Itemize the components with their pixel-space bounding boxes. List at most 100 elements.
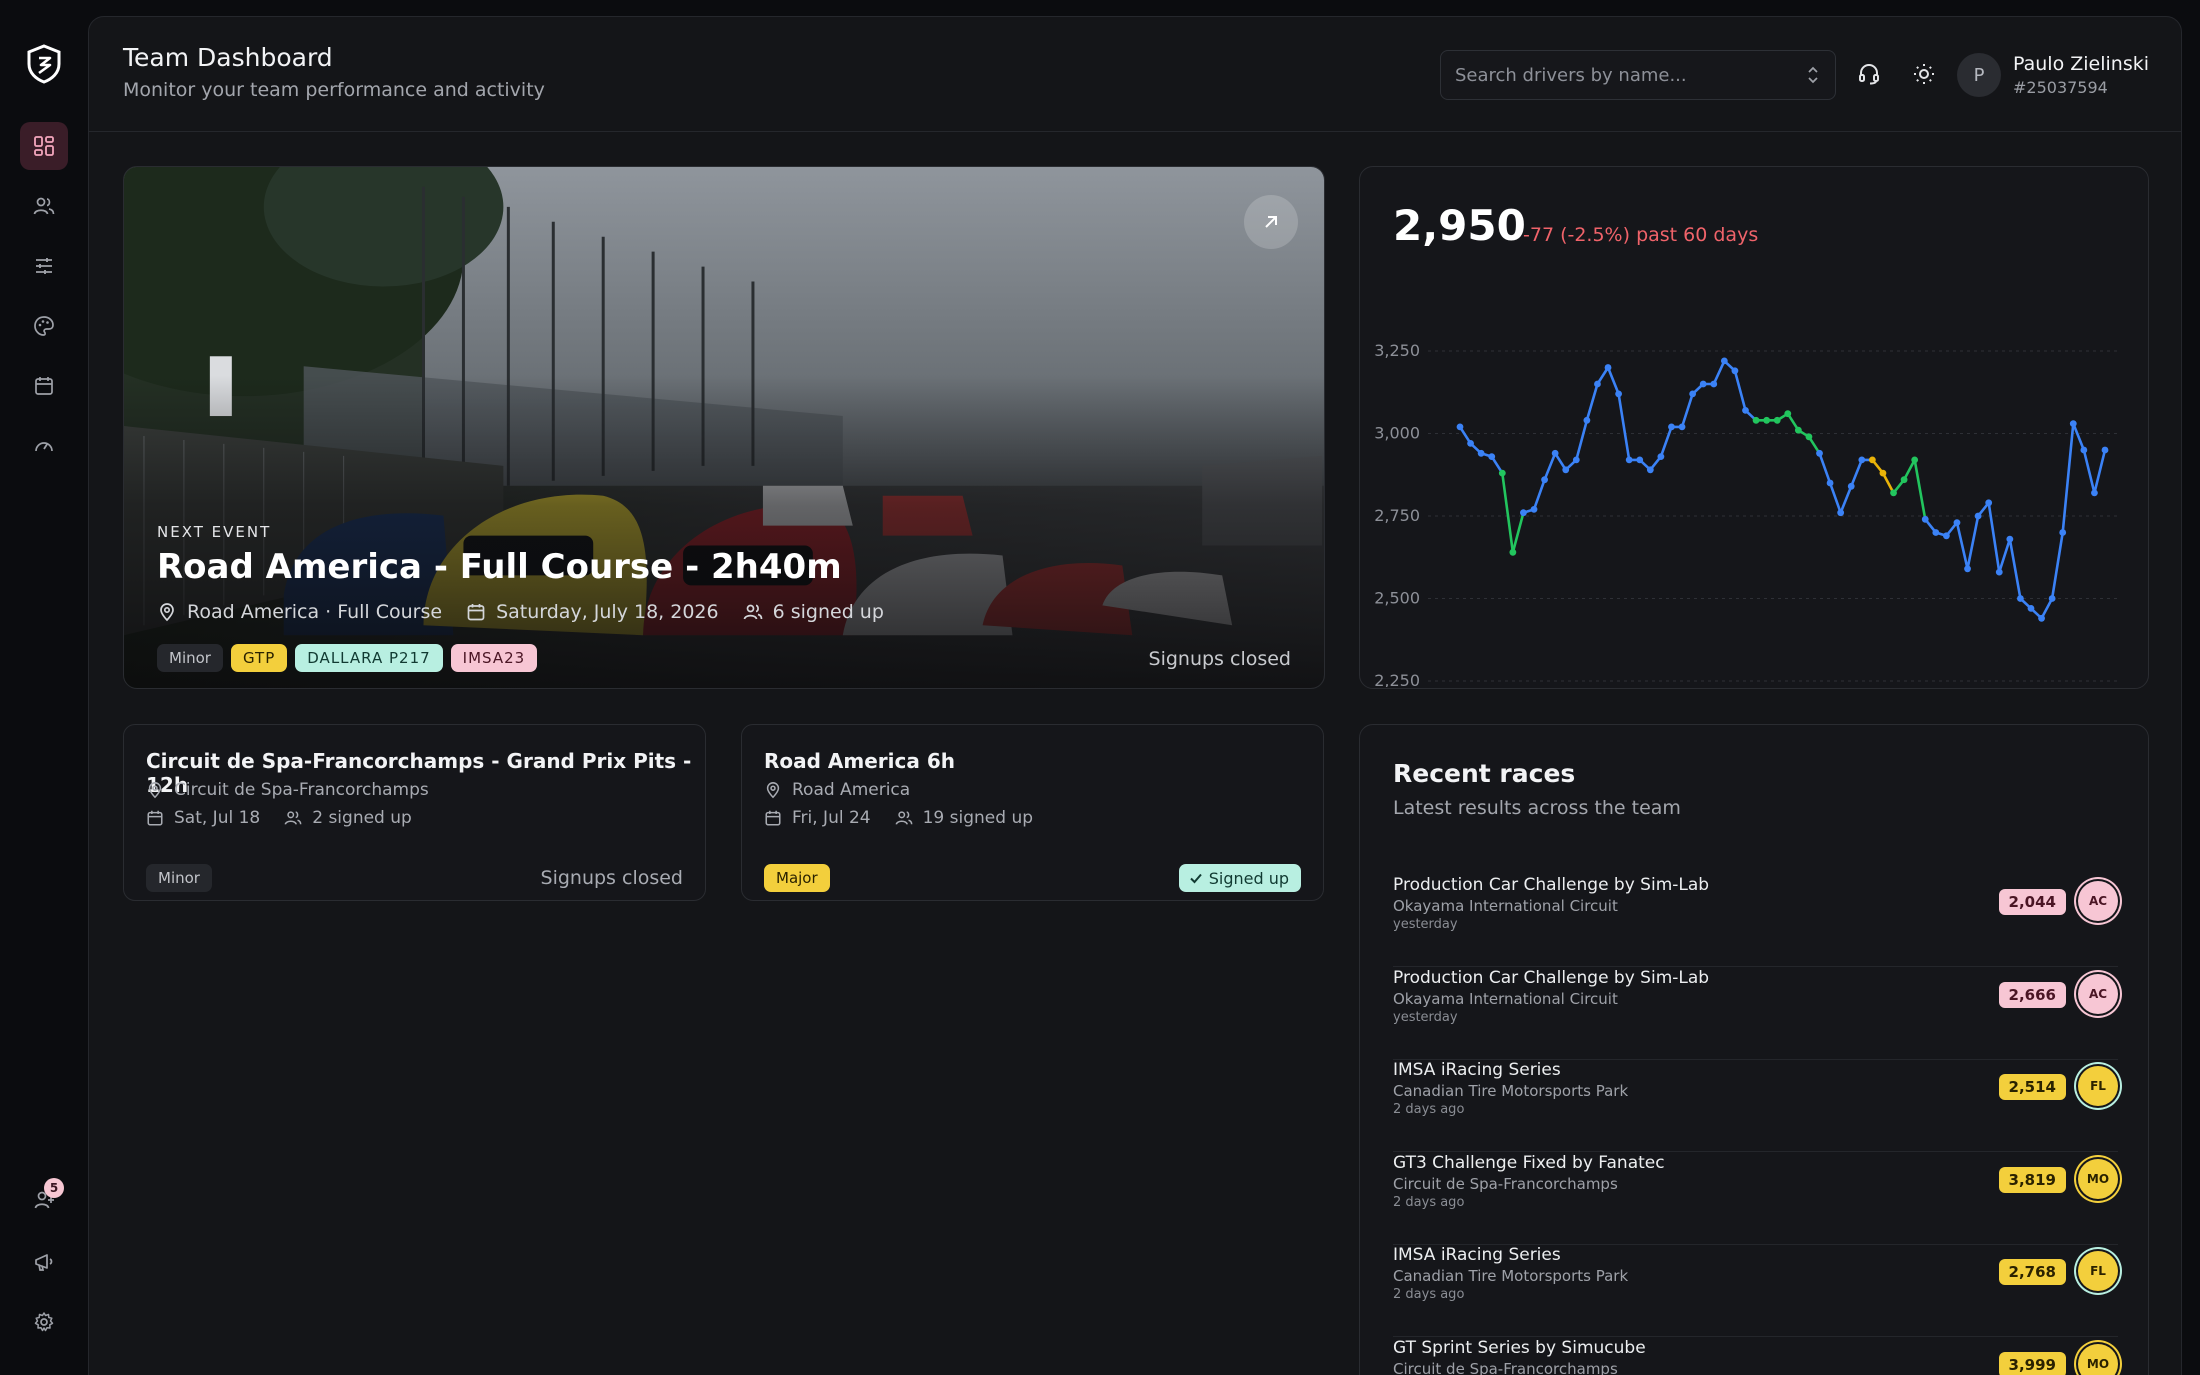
data-point[interactable] (1858, 456, 1866, 464)
data-point[interactable] (2017, 595, 2024, 602)
x-tick-label: Jul 26 (2059, 684, 2105, 687)
nav-team[interactable] (20, 182, 68, 230)
race-row[interactable]: IMSA iRacing Series Canadian Tire Motorsp… (1393, 1245, 2118, 1337)
data-point[interactable] (1911, 456, 1919, 464)
search-input[interactable] (1455, 51, 1795, 99)
data-point[interactable] (1583, 416, 1591, 424)
data-point[interactable] (2059, 529, 2067, 536)
data-point[interactable] (1921, 515, 1929, 523)
data-point[interactable] (2048, 595, 2056, 602)
nav-settings[interactable] (20, 1298, 68, 1346)
event-title[interactable]: Road America 6h (764, 749, 955, 773)
data-point[interactable] (1879, 469, 1887, 477)
driver-avatar[interactable]: FL (2078, 1066, 2118, 1106)
data-point[interactable] (1668, 423, 1675, 431)
data-point[interactable] (1699, 380, 1707, 388)
data-point[interactable] (1604, 364, 1612, 371)
nav-calendar[interactable] (20, 362, 68, 410)
data-point[interactable] (1826, 479, 1834, 487)
event-card-1[interactable]: Circuit de Spa-Francorchamps - Grand Pri… (123, 724, 706, 901)
data-point[interactable] (1541, 476, 1548, 484)
data-point[interactable] (1985, 499, 1993, 507)
event-card-2[interactable]: Road America 6h Road America Fri, Jul 24… (741, 724, 1324, 901)
driver-avatar[interactable]: FL (2078, 1251, 2118, 1291)
open-event-button[interactable] (1244, 195, 1298, 249)
driver-avatar[interactable]: AC (2078, 973, 2118, 1014)
data-point[interactable] (1974, 512, 1982, 520)
data-point[interactable] (2080, 446, 2088, 454)
data-point[interactable] (1731, 367, 1739, 375)
data-point[interactable] (1477, 449, 1485, 457)
data-point[interactable] (1816, 449, 1823, 457)
data-point[interactable] (2091, 489, 2098, 497)
data-point[interactable] (1456, 423, 1464, 431)
shield-logo-icon[interactable] (26, 44, 62, 84)
data-point[interactable] (1773, 416, 1781, 424)
data-point[interactable] (1868, 456, 1876, 464)
data-point[interactable] (1752, 416, 1760, 424)
tag-gtp: GTP (230, 644, 288, 672)
race-row[interactable]: GT Sprint Series by Simucube Circuit de S… (1393, 1338, 2118, 1375)
race-row[interactable]: GT3 Challenge Fixed by Fanatec Circuit de… (1393, 1153, 2118, 1245)
data-point[interactable] (1625, 456, 1633, 464)
data-point[interactable] (1964, 565, 1971, 573)
signed-up-badge[interactable]: Signed up (1178, 864, 1301, 892)
data-point[interactable] (1572, 456, 1580, 464)
data-point[interactable] (1615, 390, 1623, 398)
race-row[interactable]: IMSA iRacing Series Canadian Tire Motorsp… (1393, 1060, 2118, 1152)
race-row[interactable]: Production Car Challenge by Sim-Lab Okaya… (1393, 875, 2118, 967)
data-point[interactable] (2038, 614, 2045, 622)
driver-avatar[interactable]: AC (2078, 881, 2118, 921)
data-point[interactable] (1720, 357, 1728, 365)
data-point[interactable] (2006, 535, 2014, 543)
data-point[interactable] (1805, 433, 1813, 441)
data-point[interactable] (1657, 453, 1665, 460)
data-point[interactable] (2101, 446, 2109, 454)
data-point[interactable] (1932, 529, 1940, 536)
data-point[interactable] (1530, 506, 1538, 513)
data-point[interactable] (1763, 416, 1771, 424)
data-point[interactable] (1498, 469, 1506, 477)
user-avatar[interactable]: P (1957, 53, 2001, 97)
nav-invite[interactable]: 5 (20, 1176, 68, 1224)
data-point[interactable] (2027, 605, 2035, 612)
nav-announcements[interactable] (20, 1238, 68, 1286)
theme-toggle[interactable] (1909, 59, 1939, 89)
data-point[interactable] (1520, 509, 1527, 517)
hero-event-title[interactable]: Road America - Full Course - 2h40m (157, 547, 842, 587)
data-point[interactable] (1890, 489, 1897, 497)
data-point[interactable] (1551, 449, 1559, 457)
data-point[interactable] (1900, 476, 1908, 484)
data-point[interactable] (2069, 420, 2077, 427)
data-point[interactable] (1636, 456, 1644, 464)
support-button[interactable] (1854, 59, 1884, 89)
nav-settings-sliders[interactable] (20, 242, 68, 290)
data-point[interactable] (1794, 426, 1802, 434)
data-point[interactable] (1689, 390, 1697, 398)
data-point[interactable] (1784, 410, 1792, 418)
data-point[interactable] (1678, 423, 1686, 431)
data-point[interactable] (1837, 509, 1845, 517)
series-segment (1680, 392, 1694, 429)
race-row[interactable]: Production Car Challenge by Sim-Lab Okaya… (1393, 968, 2118, 1060)
rating-line-chart[interactable]: 3,2503,0002,7502,5002,250 Mar 24Apr 24Au… (1360, 267, 2150, 687)
nav-performance[interactable] (20, 422, 68, 470)
data-point[interactable] (1646, 466, 1654, 474)
data-point[interactable] (1467, 440, 1474, 447)
next-event-card[interactable]: NEXT EVENT Road America - Full Course - … (123, 166, 1325, 689)
data-point[interactable] (1509, 548, 1517, 556)
data-point[interactable] (1488, 453, 1496, 460)
data-point[interactable] (1995, 568, 2003, 576)
data-point[interactable] (1594, 380, 1601, 388)
data-point[interactable] (1562, 466, 1570, 474)
driver-avatar[interactable]: MO (2078, 1343, 2118, 1375)
data-point[interactable] (1710, 380, 1718, 388)
driver-search[interactable] (1440, 50, 1836, 100)
data-point[interactable] (1953, 519, 1961, 526)
data-point[interactable] (1742, 407, 1749, 414)
nav-dashboard[interactable] (20, 122, 68, 170)
nav-palette[interactable] (20, 302, 68, 350)
data-point[interactable] (1942, 532, 1950, 540)
data-point[interactable] (1847, 482, 1855, 490)
driver-avatar[interactable]: MO (2078, 1158, 2118, 1199)
